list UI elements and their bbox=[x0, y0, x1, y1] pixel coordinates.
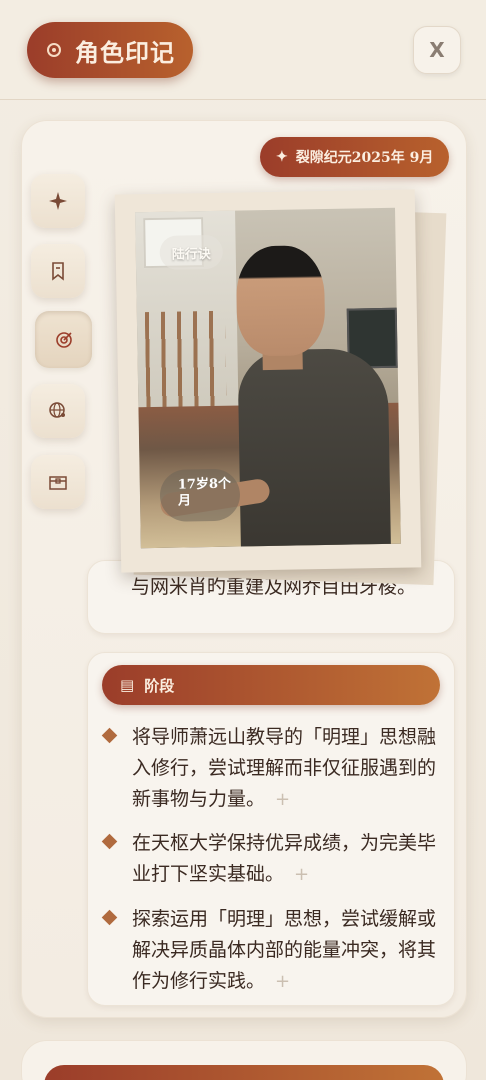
side-button-sparkle[interactable] bbox=[31, 174, 85, 228]
header-bar: 角色印记 X bbox=[0, 0, 486, 100]
sparkle-icon: ✦ bbox=[276, 149, 288, 165]
diamond-bullet-icon bbox=[101, 909, 118, 926]
page-title: 角色印记 bbox=[75, 37, 175, 67]
stage-item-text: 在天枢大学保持优异成绩，为完美毕业打下坚实基础。 bbox=[132, 832, 437, 885]
add-icon[interactable]: + bbox=[294, 864, 309, 885]
stage-item: 在天枢大学保持优异成绩，为完美毕业打下坚实基础。 + bbox=[101, 828, 442, 890]
box-icon bbox=[49, 476, 67, 490]
side-button-globe-user[interactable] bbox=[31, 384, 85, 438]
side-button-box[interactable] bbox=[31, 455, 85, 509]
stage-section-header[interactable]: ▤ 阶段 bbox=[102, 665, 440, 705]
diamond-bullet-icon bbox=[101, 727, 118, 744]
page-title-pill: 角色印记 bbox=[27, 22, 193, 78]
stage-item: 探索运用「明理」思想，尝试缓解或解决异质晶体内部的能量冲突，将其作为修行实践。 + bbox=[101, 904, 442, 997]
list-icon: ▤ bbox=[120, 676, 135, 694]
character-age-tag: 17岁8个月 bbox=[159, 468, 241, 522]
portrait-frame[interactable]: 陆行诀 17岁8个月 bbox=[114, 189, 422, 573]
side-button-target[interactable] bbox=[35, 311, 92, 368]
bookmark-icon bbox=[52, 262, 64, 281]
character-portrait: 陆行诀 17岁8个月 bbox=[135, 207, 401, 549]
record-dot-icon bbox=[47, 43, 61, 57]
globe-user-icon bbox=[49, 402, 65, 418]
add-icon[interactable]: + bbox=[275, 789, 290, 810]
add-icon[interactable]: + bbox=[275, 971, 290, 992]
next-section-header[interactable] bbox=[44, 1065, 444, 1080]
date-text: 裂隙纪元2025年 9月 bbox=[295, 150, 434, 166]
diamond-bullet-icon bbox=[101, 833, 118, 850]
close-button[interactable]: X bbox=[413, 26, 461, 74]
target-icon bbox=[55, 331, 72, 348]
character-name-tag: 陆行诀 bbox=[159, 234, 224, 270]
date-badge: ✦ 裂隙纪元2025年 9月 bbox=[260, 137, 449, 177]
stage-section-label: 阶段 bbox=[144, 676, 175, 695]
sparkle-icon bbox=[49, 192, 67, 210]
side-button-bookmark[interactable] bbox=[31, 244, 85, 298]
stage-item: 将导师萧远山教导的「明理」思想融入修行，尝试理解而非仅征服遇到的新事物与力量。 + bbox=[101, 722, 442, 815]
